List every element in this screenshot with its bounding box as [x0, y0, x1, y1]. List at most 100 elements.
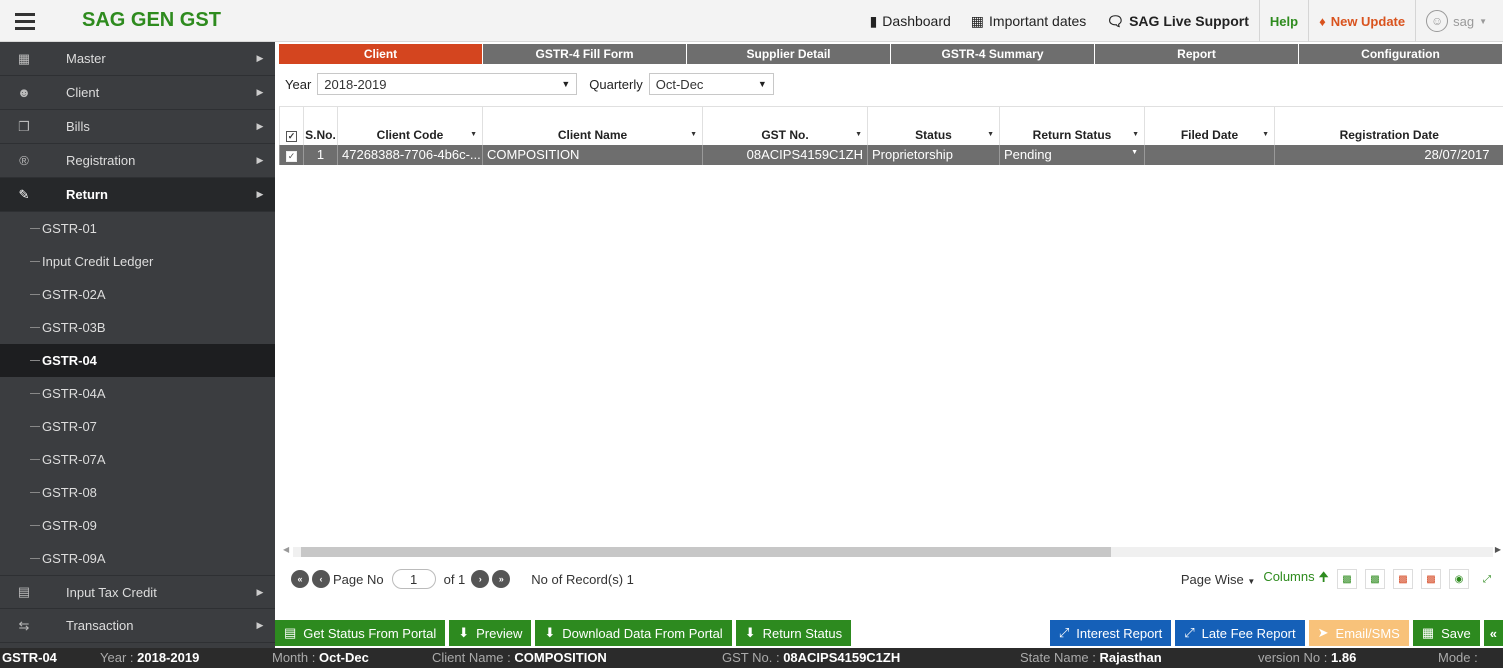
first-page-icon[interactable]: «: [291, 570, 309, 588]
tag-icon: ♦: [1319, 13, 1326, 29]
quarterly-label: Quarterly: [589, 76, 643, 92]
scroll-thumb[interactable]: [301, 547, 1111, 557]
year-label: Year: [285, 76, 312, 92]
table-row[interactable]: ✓ 1 47268388-7706-4b6c-... COMPOSITION 0…: [279, 144, 1503, 165]
header-client-name[interactable]: Client Name ▼: [482, 106, 703, 145]
export-csv-icon[interactable]: ▩: [1365, 569, 1385, 589]
scroll-track[interactable]: [293, 547, 1493, 557]
header-client-code[interactable]: Client Code ▼: [337, 106, 483, 145]
email-sms-button[interactable]: ➤ Email/SMS: [1308, 620, 1409, 646]
next-page-icon[interactable]: ›: [471, 570, 490, 588]
important-dates-link[interactable]: ▦ Important dates: [961, 0, 1097, 42]
user-menu[interactable]: ☺ sag ▼: [1415, 0, 1497, 42]
sidebar-item-bills[interactable]: ❐ Bills ▶: [0, 110, 275, 144]
header-sno: S.No.: [303, 106, 338, 145]
chat-icon: 🗨: [1106, 12, 1125, 29]
save-icon: ▦: [1421, 625, 1435, 640]
cell-status: Proprietorship: [867, 144, 1000, 165]
tab-client[interactable]: Client: [279, 44, 483, 64]
cell-return-status[interactable]: Pending ▼: [999, 144, 1145, 165]
scroll-left-icon[interactable]: ◀: [283, 545, 289, 554]
tab-report[interactable]: Report: [1095, 44, 1299, 64]
sidebar-item-registration[interactable]: ® Registration ▶: [0, 144, 275, 178]
sidebar-sub-gstr-04a[interactable]: GSTR-04A: [0, 377, 275, 410]
record-count: No of Record(s) 1: [531, 571, 634, 587]
export-excel-icon[interactable]: ▩: [1337, 569, 1357, 589]
dropdown-icon: ▼: [1132, 130, 1139, 138]
row-checkbox[interactable]: ✓: [279, 144, 304, 165]
sidebar-sub-gstr-01[interactable]: GSTR-01: [0, 212, 275, 245]
save-button[interactable]: ▦ Save: [1412, 620, 1480, 646]
copy-icon: ❐: [18, 118, 30, 134]
sidebar-item-input-tax-credit[interactable]: ▤ Input Tax Credit ▶: [0, 575, 275, 609]
help-link[interactable]: Help: [1258, 0, 1308, 42]
check-icon: ✓: [286, 151, 297, 162]
quarterly-select[interactable]: Oct-Dec ▼: [648, 73, 774, 95]
columns-button[interactable]: Columns 🠉: [1263, 568, 1329, 590]
tab-gstr-4-fill-form[interactable]: GSTR-4 Fill Form: [483, 44, 687, 64]
sidebar-item-client[interactable]: ☻ Client ▶: [0, 76, 275, 110]
status-year: Year : 2018-2019: [100, 650, 200, 665]
sidebar-item-return[interactable]: ✎ Return ▶: [0, 178, 275, 212]
list-icon: ▤: [284, 625, 297, 640]
tab-configuration[interactable]: Configuration: [1299, 44, 1503, 64]
eye-icon[interactable]: ◉: [1449, 569, 1469, 589]
exchange-icon: ⇆: [18, 617, 30, 633]
new-update-link[interactable]: ♦ New Update: [1308, 0, 1415, 42]
header-return-status[interactable]: Return Status ▼: [999, 106, 1145, 145]
page-number-input[interactable]: 1: [391, 569, 436, 589]
sidebar-sub-gstr-09[interactable]: GSTR-09: [0, 509, 275, 542]
hamburger-menu-icon[interactable]: [0, 0, 50, 42]
sidebar-sub-gstr-03b[interactable]: GSTR-03B: [0, 311, 275, 344]
last-page-icon[interactable]: »: [492, 570, 511, 588]
chevron-right-icon: ▶: [256, 155, 264, 165]
sidebar-sub-input-credit-ledger[interactable]: Input Credit Ledger: [0, 245, 275, 278]
header-gst-no[interactable]: GST No. ▼: [702, 106, 868, 145]
get-status-button[interactable]: ▤ Get Status From Portal: [275, 620, 446, 646]
year-select[interactable]: 2018-2019 ▼: [317, 73, 578, 95]
chevron-down-icon: ▼: [757, 79, 767, 89]
sidebar-sub-gstr-02a[interactable]: GSTR-02A: [0, 278, 275, 311]
download-icon: ⬇: [458, 625, 470, 640]
header-filed-date[interactable]: Filed Date ▼: [1144, 106, 1275, 145]
tab-gstr-4-summary[interactable]: GSTR-4 Summary: [891, 44, 1095, 64]
download-data-button[interactable]: ⬇ Download Data From Portal: [535, 620, 732, 646]
status-state: State Name : Rajasthan: [1020, 650, 1162, 665]
expand-icon[interactable]: ⤢: [1477, 569, 1497, 589]
prev-page-icon[interactable]: ‹: [312, 570, 330, 588]
status-client: Client Name : COMPOSITION: [432, 650, 607, 665]
sidebar-sub-gstr-09a[interactable]: GSTR-09A: [0, 542, 275, 575]
interest-report-button[interactable]: ⤢ Interest Report: [1049, 620, 1172, 646]
sidebar-sub-gstr-08[interactable]: GSTR-08: [0, 476, 275, 509]
sidebar: ▦ Master ▶ ☻ Client ▶ ❐ Bills ▶ ® Regist…: [0, 42, 275, 648]
header-status[interactable]: Status ▼: [867, 106, 1000, 145]
chevron-right-icon: ▶: [256, 189, 264, 199]
export-pdf-icon[interactable]: ▩: [1393, 569, 1413, 589]
dropdown-icon: ▼: [470, 130, 477, 138]
dashboard-link[interactable]: ▮ Dashboard: [860, 0, 961, 42]
database-icon: ▦: [17, 50, 31, 66]
tab-supplier-detail[interactable]: Supplier Detail: [687, 44, 891, 64]
header-registration-date[interactable]: Registration Date: [1274, 106, 1503, 145]
sidebar-sub-gstr-07[interactable]: GSTR-07: [0, 410, 275, 443]
send-icon: ➤: [1317, 625, 1329, 640]
chevron-right-icon: ▶: [256, 586, 264, 597]
grid-header-row: ✓ S.No. Client Code ▼ Client Name ▼ GST No…: [279, 106, 1503, 145]
live-support-link[interactable]: 🗨 SAG Live Support: [1096, 0, 1259, 42]
dropdown-icon: ▼: [690, 130, 697, 138]
sidebar-item-master[interactable]: ▦ Master ▶: [0, 42, 275, 76]
sidebar-sub-gstr-04[interactable]: GSTR-04: [0, 344, 275, 377]
page-wise-select[interactable]: Page Wise ▼: [1181, 572, 1255, 587]
scroll-right-icon[interactable]: ▶: [1495, 545, 1501, 554]
horizontal-scrollbar[interactable]: ◀ ▶: [279, 545, 1503, 557]
collapse-icon[interactable]: «: [1483, 620, 1503, 646]
return-status-button[interactable]: ⬇ Return Status: [735, 620, 852, 646]
expand-icon: ⤢: [1184, 625, 1195, 640]
preview-button[interactable]: ⬇ Preview: [449, 620, 532, 646]
select-all-checkbox[interactable]: ✓: [279, 106, 304, 145]
late-fee-report-button[interactable]: ⤢ Late Fee Report: [1175, 620, 1305, 646]
export-print-icon[interactable]: ▩: [1421, 569, 1441, 589]
sidebar-item-transaction[interactable]: ⇆ Transaction ▶: [0, 609, 275, 643]
download-icon: ⬇: [544, 625, 556, 640]
sidebar-sub-gstr-07a[interactable]: GSTR-07A: [0, 443, 275, 476]
